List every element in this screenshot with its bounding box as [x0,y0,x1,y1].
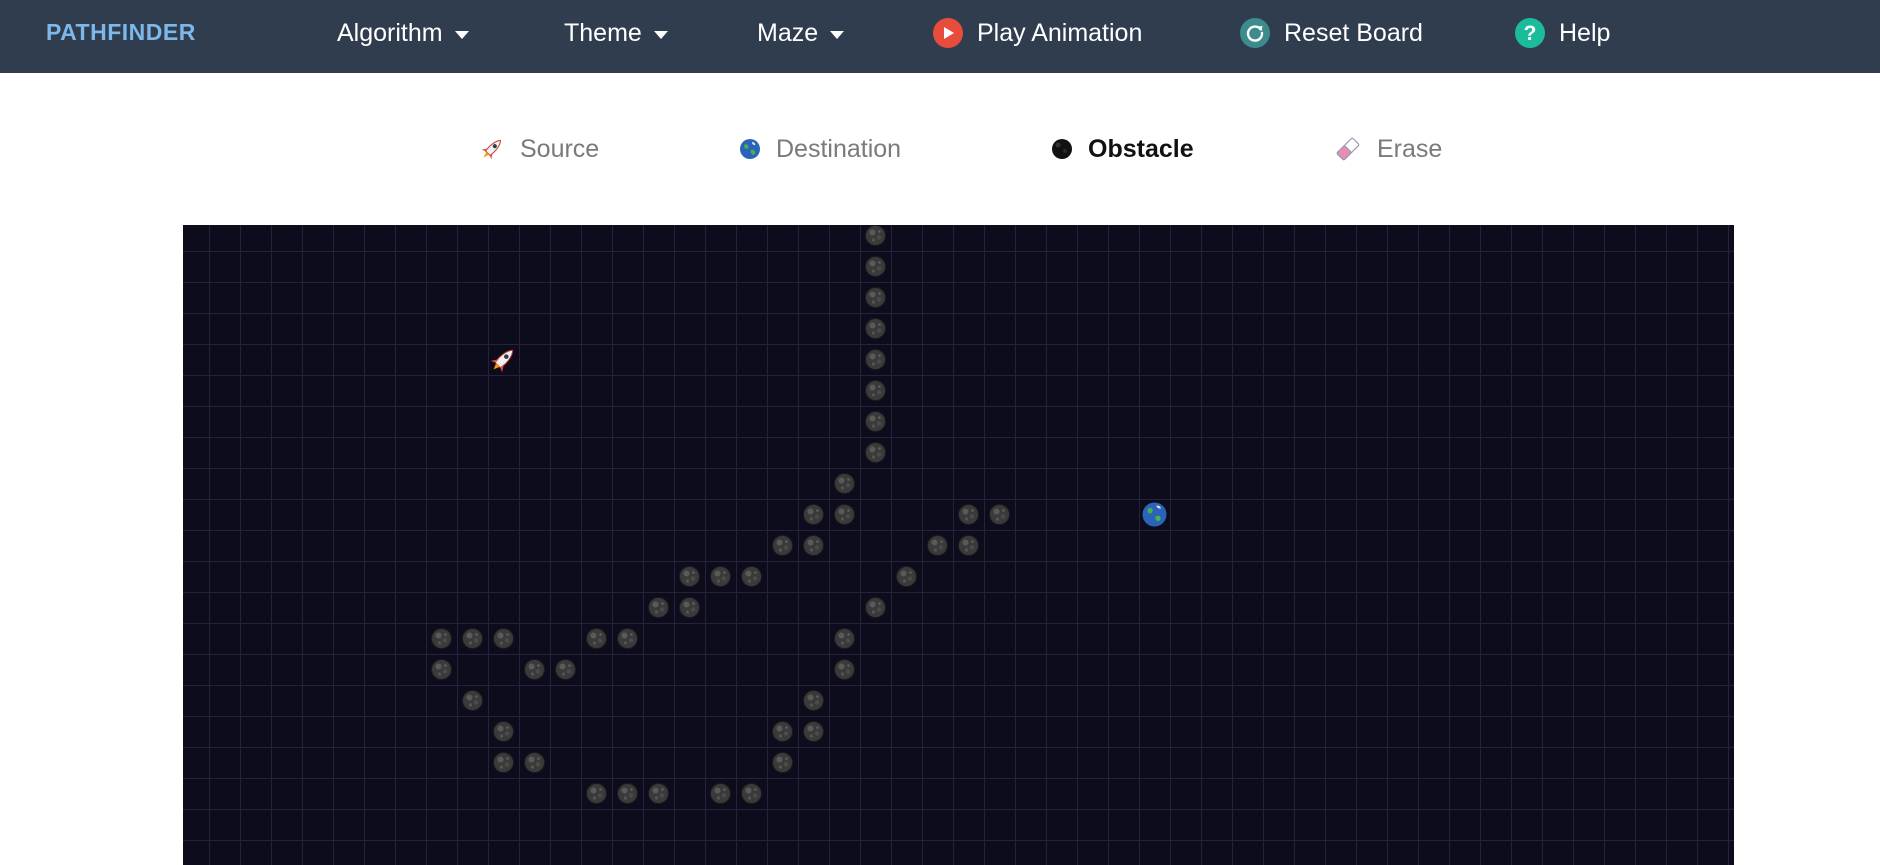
reset-board-label: Reset Board [1284,18,1423,47]
tool-destination[interactable]: Destination [738,131,901,167]
obstacle-moon-icon[interactable] [803,721,824,742]
obstacle-moon-icon[interactable] [493,721,514,742]
obstacle-moon-icon[interactable] [462,628,483,649]
obstacle-moon-icon[interactable] [865,597,886,618]
obstacle-moon-icon[interactable] [648,597,669,618]
chevron-down-icon [830,30,845,39]
chevron-down-icon [454,30,469,39]
help-icon: ? [1515,18,1545,48]
obstacle-moon-icon[interactable] [710,783,731,804]
maze-dropdown[interactable]: Maze [757,16,845,50]
obstacle-moon-icon[interactable] [772,535,793,556]
reset-icon [1240,18,1270,48]
obstacle-moon-icon[interactable] [524,752,545,773]
maze-label: Maze [757,18,819,47]
obstacle-moon-icon[interactable] [431,659,452,680]
obstacle-moon-icon[interactable] [803,504,824,525]
obstacle-moon-icon[interactable] [989,504,1010,525]
obstacle-moon-icon[interactable] [741,566,762,587]
obstacle-moon-icon[interactable] [772,752,793,773]
play-animation-button[interactable]: Play Animation [933,16,1142,50]
algorithm-dropdown[interactable]: Algorithm [337,16,469,50]
obstacle-moon-icon[interactable] [679,597,700,618]
tool-destination-label: Destination [776,134,902,163]
tool-erase[interactable]: Erase [1333,131,1442,167]
obstacle-moon-icon[interactable] [555,659,576,680]
obstacle-moon-icon[interactable] [431,628,452,649]
obstacle-moon-icon[interactable] [834,473,855,494]
obstacle-moon-icon[interactable] [958,504,979,525]
obstacle-moon-icon[interactable] [865,442,886,463]
obstacle-moon-icon[interactable] [865,380,886,401]
moon-icon [1052,139,1072,159]
brand-logo[interactable]: PATHFINDER [46,19,196,46]
obstacle-moon-icon[interactable] [586,783,607,804]
source-rocket-icon[interactable] [488,345,518,375]
obstacle-moon-icon[interactable] [772,721,793,742]
obstacle-moon-icon[interactable] [865,411,886,432]
obstacle-moon-icon[interactable] [803,690,824,711]
obstacle-moon-icon[interactable] [617,628,638,649]
destination-earth-icon[interactable] [1142,502,1167,527]
tool-source[interactable]: Source [478,131,599,167]
obstacle-moon-icon[interactable] [493,628,514,649]
navbar: PATHFINDER Algorithm Theme Maze Play Ani… [0,0,1880,73]
play-animation-label: Play Animation [977,18,1143,47]
grid-canvas[interactable] [183,225,1734,865]
rocket-icon [481,140,501,160]
obstacle-moon-icon[interactable] [462,690,483,711]
eraser-icon [1336,137,1360,161]
obstacle-moon-icon[interactable] [648,783,669,804]
grid-board[interactable] [183,225,1734,865]
obstacle-moon-icon[interactable] [586,628,607,649]
obstacle-moon-icon[interactable] [896,566,917,587]
tool-erase-label: Erase [1377,134,1443,163]
obstacle-moon-icon[interactable] [865,349,886,370]
obstacle-moon-icon[interactable] [710,566,731,587]
obstacle-moon-icon[interactable] [679,566,700,587]
tool-obstacle[interactable]: Obstacle [1050,131,1194,167]
obstacle-moon-icon[interactable] [617,783,638,804]
obstacle-moon-icon[interactable] [741,783,762,804]
obstacle-moon-icon[interactable] [865,318,886,339]
obstacle-moon-icon[interactable] [958,535,979,556]
help-label: Help [1559,18,1611,47]
play-icon [933,18,963,48]
obstacle-moon-icon[interactable] [865,256,886,277]
earth-icon [740,139,760,159]
help-button[interactable]: ? Help [1515,16,1610,50]
obstacle-moon-icon[interactable] [865,287,886,308]
theme-label: Theme [564,18,642,47]
obstacle-moon-icon[interactable] [834,659,855,680]
obstacle-moon-icon[interactable] [927,535,948,556]
tool-source-label: Source [520,134,600,163]
obstacle-moon-icon[interactable] [803,535,824,556]
chevron-down-icon [653,30,668,39]
obstacle-moon-icon[interactable] [865,225,886,246]
algorithm-label: Algorithm [337,18,443,47]
tool-obstacle-label: Obstacle [1088,134,1194,163]
obstacle-moon-icon[interactable] [493,752,514,773]
obstacle-moon-icon[interactable] [524,659,545,680]
obstacle-moon-icon[interactable] [834,504,855,525]
theme-dropdown[interactable]: Theme [564,16,668,50]
obstacle-moon-icon[interactable] [834,628,855,649]
reset-board-button[interactable]: Reset Board [1240,16,1423,50]
